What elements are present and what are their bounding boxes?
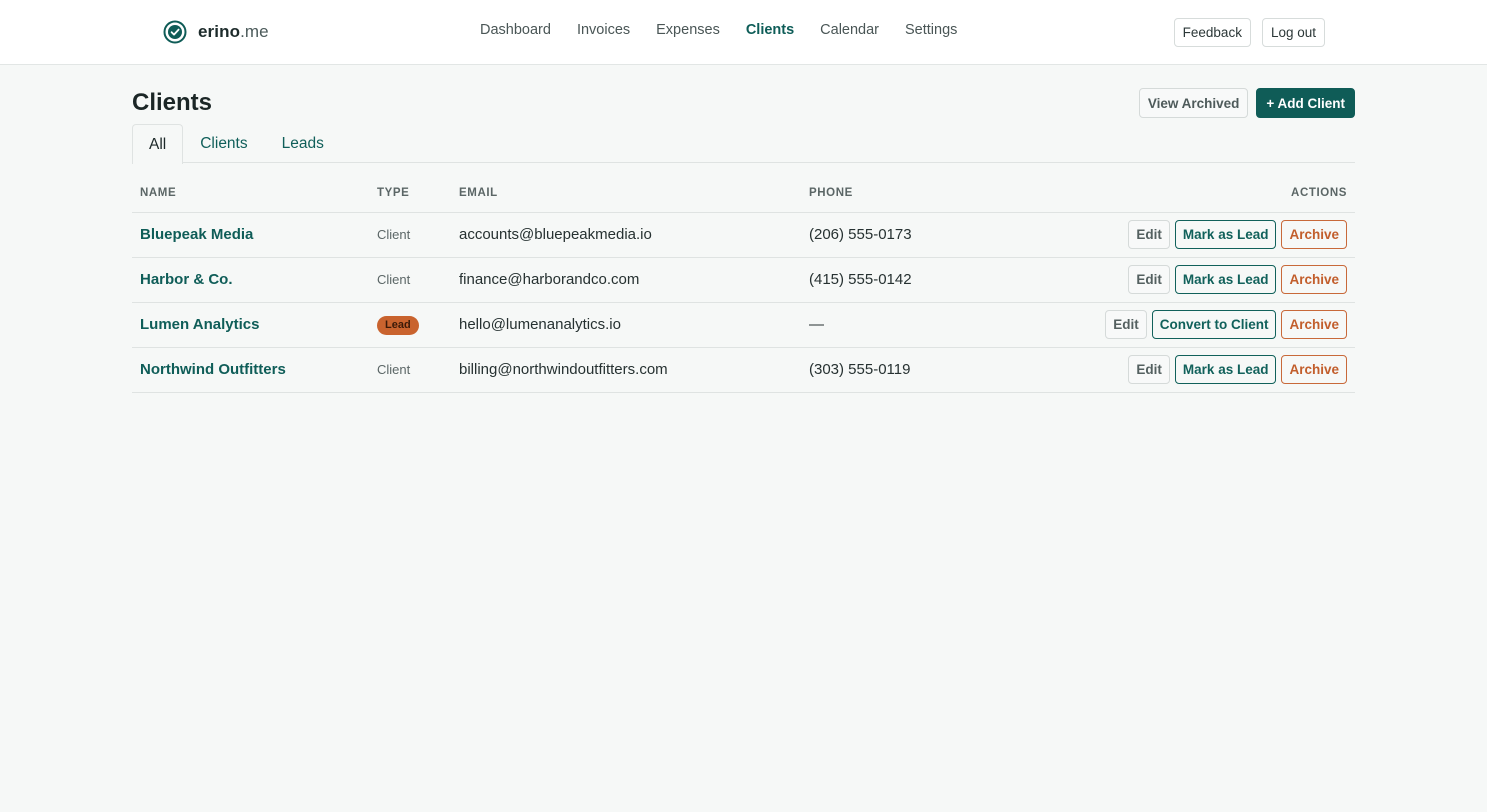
archive-button[interactable]: Archive <box>1281 310 1347 339</box>
client-name-link[interactable]: Northwind Outfitters <box>140 361 286 378</box>
top-navbar: erino.me Dashboard Invoices Expenses Cli… <box>0 0 1487 65</box>
client-name-link[interactable]: Bluepeak Media <box>140 226 253 243</box>
email-cell: finance@harborandco.com <box>459 257 809 303</box>
filter-tabs: All Clients Leads <box>132 124 1355 164</box>
phone-cell: (303) 555-0119 <box>809 347 1059 393</box>
table-row: Lumen Analytics Lead hello@lumenanalytic… <box>132 302 1355 348</box>
table-row: Bluepeak Media Client accounts@bluepeakm… <box>132 212 1355 258</box>
email-cell: hello@lumenanalytics.io <box>459 302 809 348</box>
row-actions: Edit Convert to Client Archive <box>1105 310 1347 339</box>
archive-button[interactable]: Archive <box>1281 355 1347 384</box>
row-actions: Edit Mark as Lead Archive <box>1128 355 1347 384</box>
edit-button[interactable]: Edit <box>1128 265 1170 294</box>
table-row: Northwind Outfitters Client billing@nort… <box>132 347 1355 393</box>
header-email: EMAIL <box>459 163 809 213</box>
clients-table: NAME TYPE EMAIL PHONE ACTIONS Bluepeak M… <box>132 163 1355 393</box>
view-archived-button[interactable]: View Archived <box>1138 88 1249 118</box>
lead-badge: Lead <box>377 315 419 335</box>
tab-all[interactable]: All <box>132 124 184 164</box>
top-actions: Feedback Log out <box>1173 18 1325 47</box>
page-title: Clients <box>132 89 213 116</box>
add-client-button[interactable]: + Add Client <box>1256 88 1355 118</box>
nav-clients[interactable]: Clients <box>746 22 794 38</box>
header-name: NAME <box>132 163 377 213</box>
nav-invoices[interactable]: Invoices <box>577 22 630 38</box>
brand[interactable]: erino.me <box>163 20 269 44</box>
convert-to-client-button[interactable]: Convert to Client <box>1151 310 1277 339</box>
table-row: Harbor & Co. Client finance@harborandco.… <box>132 257 1355 303</box>
archive-button[interactable]: Archive <box>1281 220 1347 249</box>
clients-page: Clients View Archived + Add Client All C… <box>132 65 1355 393</box>
mark-as-lead-button[interactable]: Mark as Lead <box>1174 355 1277 384</box>
email-cell: billing@northwindoutfitters.com <box>459 347 809 393</box>
type-label: Client <box>377 272 411 287</box>
feedback-button[interactable]: Feedback <box>1173 18 1251 47</box>
logout-button[interactable]: Log out <box>1261 18 1325 47</box>
brand-name: erino.me <box>198 22 269 41</box>
type-label: Client <box>377 362 411 377</box>
archive-button[interactable]: Archive <box>1281 265 1347 294</box>
client-name-link[interactable]: Lumen Analytics <box>140 316 259 333</box>
client-name-link[interactable]: Harbor & Co. <box>140 271 233 288</box>
edit-button[interactable]: Edit <box>1105 310 1147 339</box>
tab-clients[interactable]: Clients <box>183 123 264 163</box>
phone-cell: — <box>809 302 1059 348</box>
tab-leads[interactable]: Leads <box>265 123 341 163</box>
email-cell: accounts@bluepeakmedia.io <box>459 212 809 258</box>
edit-button[interactable]: Edit <box>1128 220 1170 249</box>
header-actions: ACTIONS <box>1059 163 1355 213</box>
type-label: Client <box>377 227 411 242</box>
mark-as-lead-button[interactable]: Mark as Lead <box>1174 220 1277 249</box>
header-phone: PHONE <box>809 163 1059 213</box>
nav-expenses[interactable]: Expenses <box>656 22 720 38</box>
nav-calendar[interactable]: Calendar <box>820 22 879 38</box>
main-nav: Dashboard Invoices Expenses Clients Cale… <box>480 22 983 38</box>
table-header-row: NAME TYPE EMAIL PHONE ACTIONS <box>132 163 1355 213</box>
nav-settings[interactable]: Settings <box>905 22 957 38</box>
row-actions: Edit Mark as Lead Archive <box>1128 265 1347 294</box>
phone-cell: (415) 555-0142 <box>809 257 1059 303</box>
mark-as-lead-button[interactable]: Mark as Lead <box>1174 265 1277 294</box>
phone-cell: (206) 555-0173 <box>809 212 1059 258</box>
header-type: TYPE <box>377 163 459 213</box>
check-circle-icon <box>163 20 187 44</box>
row-actions: Edit Mark as Lead Archive <box>1128 220 1347 249</box>
edit-button[interactable]: Edit <box>1128 355 1170 384</box>
header-actions: View Archived + Add Client <box>1138 88 1355 118</box>
nav-dashboard[interactable]: Dashboard <box>480 22 551 38</box>
